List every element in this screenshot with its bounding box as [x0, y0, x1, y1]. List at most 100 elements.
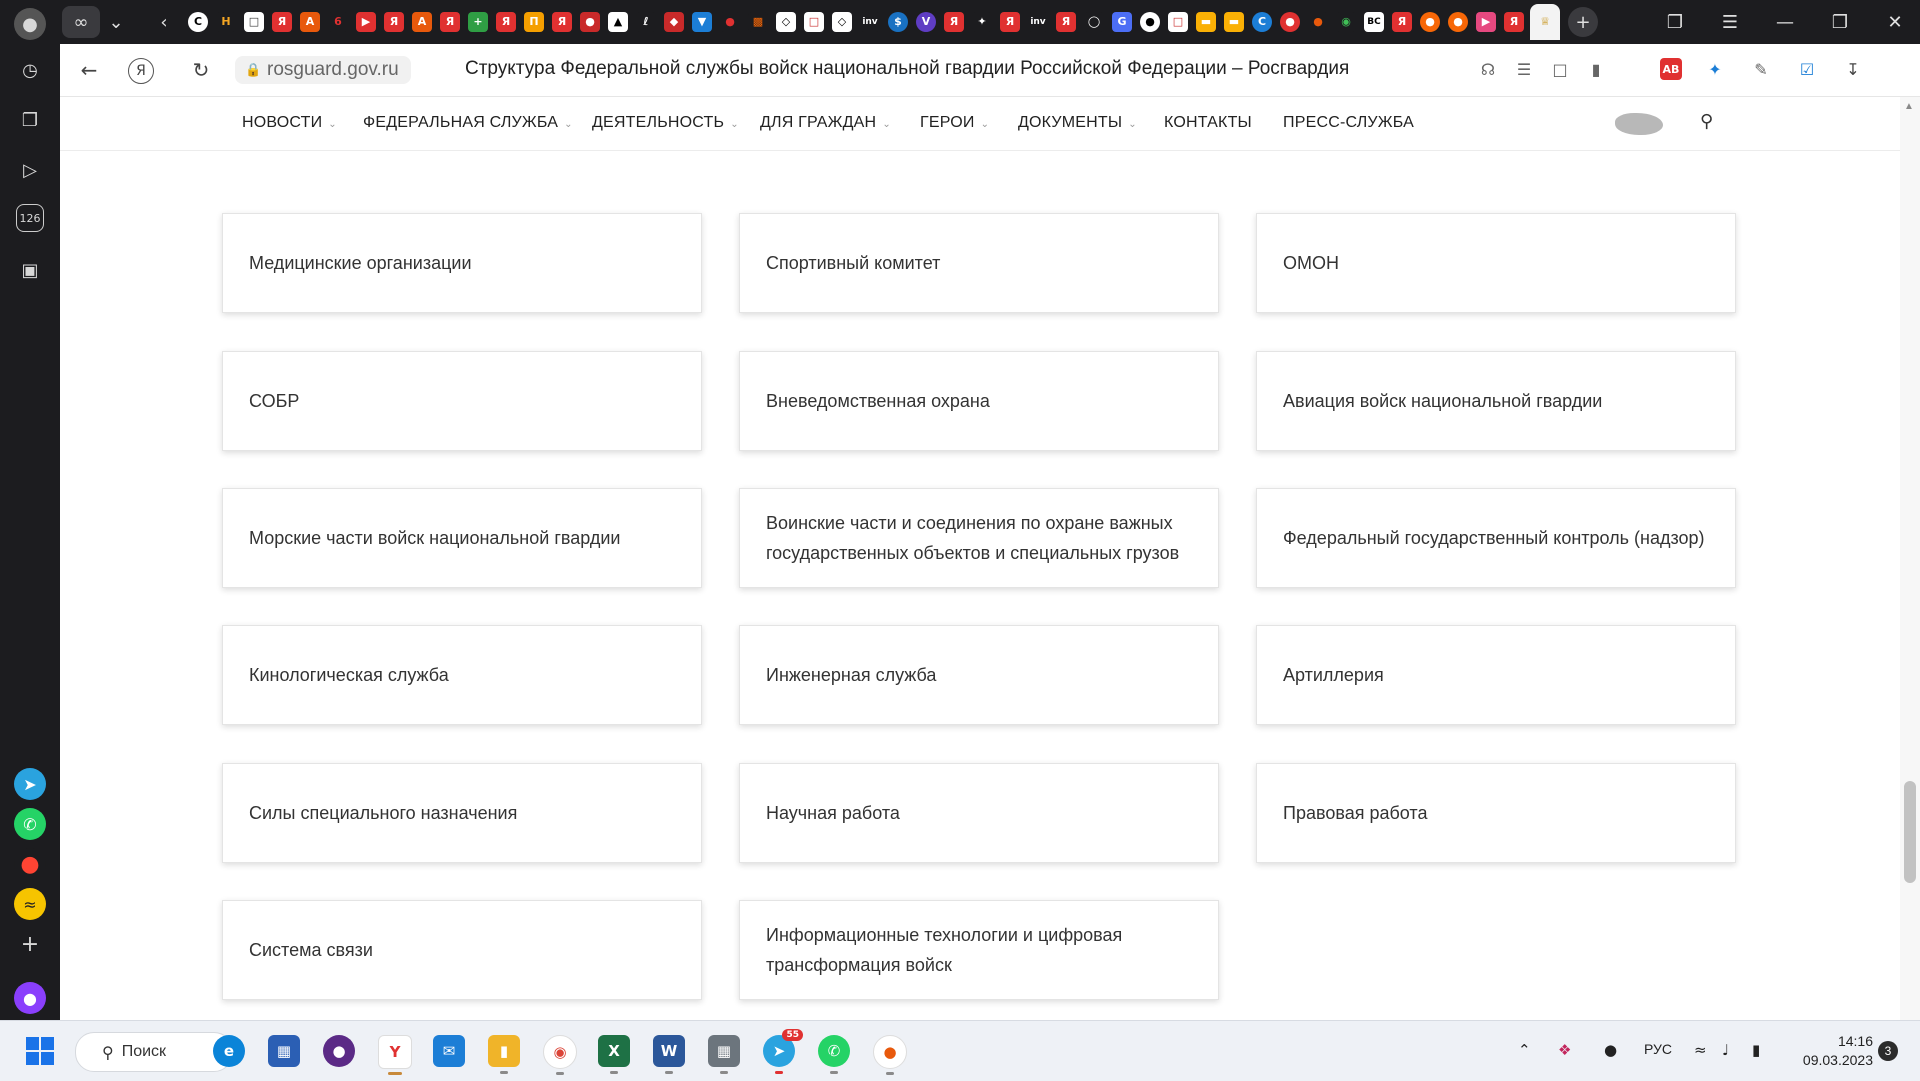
headphones-icon[interactable]: ☊ — [1477, 58, 1499, 80]
tab-favicon[interactable]: Я — [944, 12, 964, 32]
tab-favicon[interactable]: ● — [720, 12, 740, 32]
page-scrollbar[interactable]: ▲ — [1900, 97, 1920, 1020]
telegram-icon[interactable]: ➤ — [14, 768, 46, 800]
tabs-manager-icon[interactable]: ❐ — [1660, 6, 1690, 38]
card-canine[interactable]: Кинологическая служба — [222, 625, 702, 725]
nav-item-federal-service[interactable]: ФЕДЕРАЛЬНАЯ СЛУЖБА ⌄ — [363, 114, 573, 132]
whatsapp-icon[interactable]: ✆ — [14, 808, 46, 840]
tab-favicon[interactable]: ● — [1280, 12, 1300, 32]
wifi-icon[interactable]: ≈ — [1694, 1041, 1707, 1059]
tab-favicon[interactable]: ✦ — [972, 12, 992, 32]
collections-icon[interactable]: ❐ — [14, 104, 46, 136]
tab-favicon[interactable]: ◇ — [832, 12, 852, 32]
bookmark-icon[interactable]: ▮ — [1585, 58, 1607, 80]
card-marine[interactable]: Морские части войск национальной гвардии — [222, 488, 702, 588]
tab-favicon[interactable]: ▶ — [1476, 12, 1496, 32]
tab-favicon[interactable]: □ — [1168, 12, 1188, 32]
extension-icon[interactable]: ✦ — [1704, 58, 1726, 80]
calculator-icon[interactable]: ▦ — [708, 1035, 740, 1074]
reload-button[interactable]: ↻ — [184, 54, 218, 86]
excel-icon[interactable]: X — [598, 1035, 630, 1074]
taskbar-search[interactable]: ⚲ Поиск — [75, 1032, 233, 1072]
infinity-tabs-icon[interactable]: ∞ — [62, 6, 100, 38]
notification-count[interactable]: 3 — [1878, 1041, 1898, 1061]
card-state-control[interactable]: Федеральный государственный контроль (на… — [1256, 488, 1736, 588]
tab-favicon[interactable]: ● — [1420, 12, 1440, 32]
tab-favicon[interactable]: + — [468, 12, 488, 32]
tab-favicon[interactable]: ◆ — [664, 12, 684, 32]
tab-favicon[interactable]: ▲ — [608, 12, 628, 32]
tab-favicon[interactable]: H — [216, 12, 236, 32]
volume-icon[interactable]: ♩ — [1722, 1041, 1729, 1059]
scroll-thumb[interactable] — [1904, 781, 1916, 883]
store-icon[interactable]: ▦ — [268, 1035, 300, 1067]
tab-favicon[interactable]: ◉ — [1336, 12, 1356, 32]
tab-favicon[interactable]: V — [916, 12, 936, 32]
tray-app-icon[interactable]: ❖ — [1558, 1041, 1571, 1059]
scroll-up-icon[interactable]: ▲ — [1904, 101, 1914, 112]
tab-favicon[interactable]: Я — [440, 12, 460, 32]
tab-favicon[interactable]: ● — [1448, 12, 1468, 32]
system-clock[interactable]: 14:16 09.03.2023 — [1795, 1032, 1873, 1070]
tab-favicon[interactable]: Я — [1056, 12, 1076, 32]
card-security[interactable]: Вневедомственная охрана — [739, 351, 1219, 451]
tab-favicon[interactable]: ℓ — [636, 12, 656, 32]
card-special-forces[interactable]: Силы специального назначения — [222, 763, 702, 863]
add-panel-icon[interactable]: + — [14, 928, 46, 960]
tab-favicon[interactable]: ▬ — [1224, 12, 1244, 32]
nav-item-press[interactable]: ПРЕСС-СЛУЖБА — [1283, 114, 1414, 132]
tab-favicon[interactable]: G — [1112, 12, 1132, 32]
windows-start-button[interactable] — [26, 1037, 54, 1065]
tab-favicon[interactable]: П — [524, 12, 544, 32]
tab-favicon[interactable]: Я — [496, 12, 516, 32]
card-aviation[interactable]: Авиация войск национальной гвардии — [1256, 351, 1736, 451]
restore-button[interactable]: ❐ — [1825, 6, 1855, 38]
maps-pin-icon[interactable]: ● — [14, 848, 46, 880]
nav-item-activity[interactable]: ДЕЯТЕЛЬНОСТЬ ⌄ — [592, 114, 739, 132]
card-engineering[interactable]: Инженерная служба — [739, 625, 1219, 725]
tab-favicon[interactable]: ▬ — [1196, 12, 1216, 32]
tab-favicon[interactable]: ● — [1308, 12, 1328, 32]
tab-favicon[interactable]: □ — [804, 12, 824, 32]
tab-favicon[interactable]: Я — [1000, 12, 1020, 32]
battery-icon[interactable]: ▮ — [1752, 1041, 1760, 1059]
card-communications[interactable]: Система связи — [222, 900, 702, 1000]
tab-favicon[interactable]: ● — [580, 12, 600, 32]
chevron-down-icon[interactable]: ⌄ — [104, 6, 128, 38]
tab-favicon[interactable]: A — [300, 12, 320, 32]
nav-item-documents[interactable]: ДОКУМЕНТЫ ⌄ — [1018, 114, 1137, 132]
edge-icon[interactable]: e — [213, 1035, 245, 1067]
tab-favicon[interactable]: A — [412, 12, 432, 32]
chrome-icon[interactable]: ◉ — [543, 1035, 577, 1075]
alice-assistant-icon[interactable]: ● — [14, 982, 46, 1014]
extension-icon[interactable]: ☑ — [1796, 58, 1818, 80]
tab-favicon[interactable]: ● — [1140, 12, 1160, 32]
video-icon[interactable]: ▷ — [14, 154, 46, 186]
nav-item-news[interactable]: НОВОСТИ ⌄ — [242, 114, 337, 132]
adblock-extension-icon[interactable]: AB — [1660, 58, 1682, 80]
nav-item-contacts[interactable]: КОНТАКТЫ — [1164, 114, 1252, 132]
counter-badge-icon[interactable]: 126 — [16, 204, 44, 232]
menu-icon[interactable]: ☰ — [1715, 6, 1745, 38]
minimize-button[interactable]: — — [1770, 6, 1800, 38]
screenshot-icon[interactable]: ▣ — [14, 254, 46, 286]
tab-favicon[interactable]: $ — [888, 12, 908, 32]
tab-favicon[interactable]: ◯ — [1084, 12, 1104, 32]
tab-favicon[interactable]: ▩ — [748, 12, 768, 32]
tor-browser-icon[interactable]: ● — [323, 1035, 355, 1067]
nav-item-for-citizens[interactable]: ДЛЯ ГРАЖДАН ⌄ — [760, 114, 891, 132]
card-sobr[interactable]: СОБР — [222, 351, 702, 451]
nav-item-heroes[interactable]: ГЕРОИ ⌄ — [920, 114, 989, 132]
tray-overflow-icon[interactable]: ⌃ — [1518, 1041, 1531, 1059]
yandex-home-icon[interactable]: Я — [128, 58, 154, 84]
telegram-icon[interactable]: ➤ 55 — [763, 1029, 803, 1074]
tab-favicon[interactable]: C — [188, 12, 208, 32]
tab-favicon[interactable]: 6 — [328, 12, 348, 32]
tab-favicon[interactable]: ◇ — [776, 12, 796, 32]
card-omon[interactable]: ОМОН — [1256, 213, 1736, 313]
whatsapp-icon[interactable]: ✆ — [818, 1035, 850, 1074]
tab-favicon[interactable]: Я — [1392, 12, 1412, 32]
language-indicator[interactable]: РУС — [1644, 1041, 1672, 1057]
tab-favicon[interactable]: □ — [244, 12, 264, 32]
mail-icon[interactable]: ✉ — [433, 1035, 465, 1067]
